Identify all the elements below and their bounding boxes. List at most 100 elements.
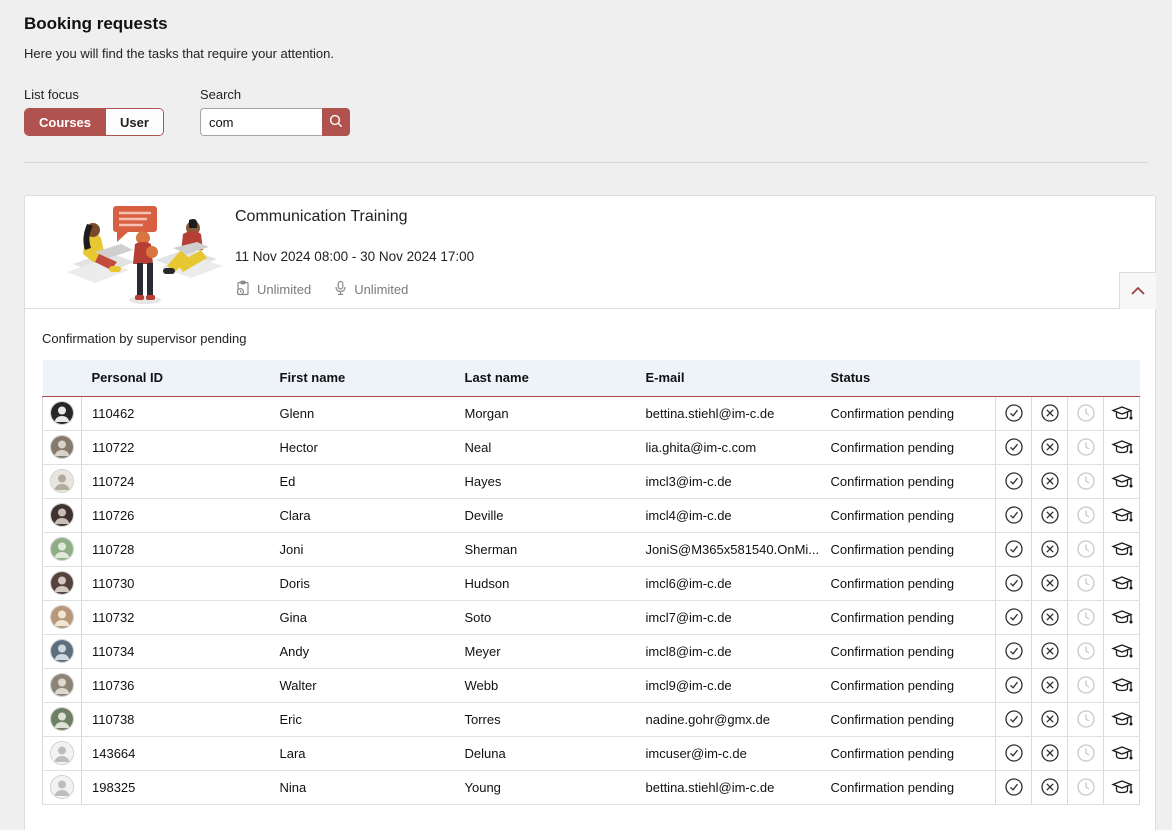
- waitlist-action-cell[interactable]: [1068, 668, 1104, 702]
- decline-button[interactable]: [1040, 503, 1060, 528]
- decline-action-cell[interactable]: [1032, 430, 1068, 464]
- decline-action-cell[interactable]: [1032, 464, 1068, 498]
- approve-action-cell[interactable]: [996, 668, 1032, 702]
- approve-action-cell[interactable]: [996, 532, 1032, 566]
- graduation-cap-button[interactable]: [1111, 707, 1133, 732]
- graduation-cap-button[interactable]: [1111, 503, 1133, 528]
- waitlist-button[interactable]: [1076, 775, 1096, 800]
- graduation-cap-button[interactable]: [1111, 537, 1133, 562]
- decline-button[interactable]: [1040, 469, 1060, 494]
- decline-button[interactable]: [1040, 775, 1060, 800]
- approve-action-cell[interactable]: [996, 600, 1032, 634]
- waitlist-action-cell[interactable]: [1068, 532, 1104, 566]
- waitlist-action-cell[interactable]: [1068, 736, 1104, 770]
- approve-action-cell[interactable]: [996, 498, 1032, 532]
- approve-action-cell[interactable]: [996, 634, 1032, 668]
- approve-button[interactable]: [1004, 741, 1024, 766]
- decline-button[interactable]: [1040, 605, 1060, 630]
- approve-button[interactable]: [1004, 571, 1024, 596]
- decline-button[interactable]: [1040, 741, 1060, 766]
- decline-action-cell[interactable]: [1032, 702, 1068, 736]
- graduation-cap-button[interactable]: [1111, 673, 1133, 698]
- approve-action-cell[interactable]: [996, 702, 1032, 736]
- approve-button[interactable]: [1004, 503, 1024, 528]
- graduation-cap-button[interactable]: [1111, 401, 1133, 426]
- course-details-action-cell[interactable]: [1104, 600, 1140, 634]
- approve-button[interactable]: [1004, 673, 1024, 698]
- decline-action-cell[interactable]: [1032, 396, 1068, 430]
- graduation-cap-button[interactable]: [1111, 435, 1133, 460]
- waitlist-button[interactable]: [1076, 605, 1096, 630]
- waitlist-action-cell[interactable]: [1068, 634, 1104, 668]
- decline-button[interactable]: [1040, 639, 1060, 664]
- decline-action-cell[interactable]: [1032, 498, 1068, 532]
- course-details-action-cell[interactable]: [1104, 396, 1140, 430]
- decline-action-cell[interactable]: [1032, 600, 1068, 634]
- waitlist-action-cell[interactable]: [1068, 498, 1104, 532]
- course-details-action-cell[interactable]: [1104, 532, 1140, 566]
- course-details-action-cell[interactable]: [1104, 566, 1140, 600]
- decline-action-cell[interactable]: [1032, 566, 1068, 600]
- waitlist-action-cell[interactable]: [1068, 430, 1104, 464]
- course-details-action-cell[interactable]: [1104, 668, 1140, 702]
- waitlist-button[interactable]: [1076, 469, 1096, 494]
- collapse-course-button[interactable]: [1119, 272, 1156, 309]
- approve-button[interactable]: [1004, 537, 1024, 562]
- waitlist-action-cell[interactable]: [1068, 464, 1104, 498]
- search-input[interactable]: [200, 108, 322, 136]
- approve-action-cell[interactable]: [996, 464, 1032, 498]
- waitlist-button[interactable]: [1076, 435, 1096, 460]
- waitlist-action-cell[interactable]: [1068, 600, 1104, 634]
- course-details-action-cell[interactable]: [1104, 770, 1140, 804]
- graduation-cap-button[interactable]: [1111, 639, 1133, 664]
- course-details-action-cell[interactable]: [1104, 464, 1140, 498]
- course-details-action-cell[interactable]: [1104, 430, 1140, 464]
- decline-button[interactable]: [1040, 435, 1060, 460]
- waitlist-button[interactable]: [1076, 537, 1096, 562]
- waitlist-action-cell[interactable]: [1068, 770, 1104, 804]
- course-details-action-cell[interactable]: [1104, 736, 1140, 770]
- approve-action-cell[interactable]: [996, 396, 1032, 430]
- graduation-cap-button[interactable]: [1111, 469, 1133, 494]
- toggle-courses-button[interactable]: Courses: [25, 109, 105, 135]
- decline-button[interactable]: [1040, 401, 1060, 426]
- toggle-user-button[interactable]: User: [105, 109, 163, 135]
- approve-button[interactable]: [1004, 775, 1024, 800]
- graduation-cap-button[interactable]: [1111, 775, 1133, 800]
- graduation-cap-button[interactable]: [1111, 605, 1133, 630]
- decline-action-cell[interactable]: [1032, 532, 1068, 566]
- decline-button[interactable]: [1040, 707, 1060, 732]
- decline-action-cell[interactable]: [1032, 634, 1068, 668]
- approve-action-cell[interactable]: [996, 566, 1032, 600]
- approve-action-cell[interactable]: [996, 736, 1032, 770]
- decline-action-cell[interactable]: [1032, 668, 1068, 702]
- decline-button[interactable]: [1040, 537, 1060, 562]
- waitlist-button[interactable]: [1076, 673, 1096, 698]
- decline-action-cell[interactable]: [1032, 770, 1068, 804]
- decline-button[interactable]: [1040, 673, 1060, 698]
- waitlist-button[interactable]: [1076, 741, 1096, 766]
- approve-button[interactable]: [1004, 639, 1024, 664]
- approve-button[interactable]: [1004, 401, 1024, 426]
- approve-button[interactable]: [1004, 605, 1024, 630]
- waitlist-action-cell[interactable]: [1068, 396, 1104, 430]
- decline-action-cell[interactable]: [1032, 736, 1068, 770]
- graduation-cap-button[interactable]: [1111, 741, 1133, 766]
- waitlist-action-cell[interactable]: [1068, 702, 1104, 736]
- graduation-cap-button[interactable]: [1111, 571, 1133, 596]
- decline-button[interactable]: [1040, 571, 1060, 596]
- course-details-action-cell[interactable]: [1104, 634, 1140, 668]
- approve-button[interactable]: [1004, 707, 1024, 732]
- waitlist-button[interactable]: [1076, 639, 1096, 664]
- approve-button[interactable]: [1004, 469, 1024, 494]
- search-button[interactable]: [322, 108, 350, 136]
- waitlist-button[interactable]: [1076, 401, 1096, 426]
- approve-button[interactable]: [1004, 435, 1024, 460]
- waitlist-button[interactable]: [1076, 503, 1096, 528]
- course-details-action-cell[interactable]: [1104, 702, 1140, 736]
- waitlist-button[interactable]: [1076, 707, 1096, 732]
- waitlist-action-cell[interactable]: [1068, 566, 1104, 600]
- waitlist-button[interactable]: [1076, 571, 1096, 596]
- approve-action-cell[interactable]: [996, 770, 1032, 804]
- course-details-action-cell[interactable]: [1104, 498, 1140, 532]
